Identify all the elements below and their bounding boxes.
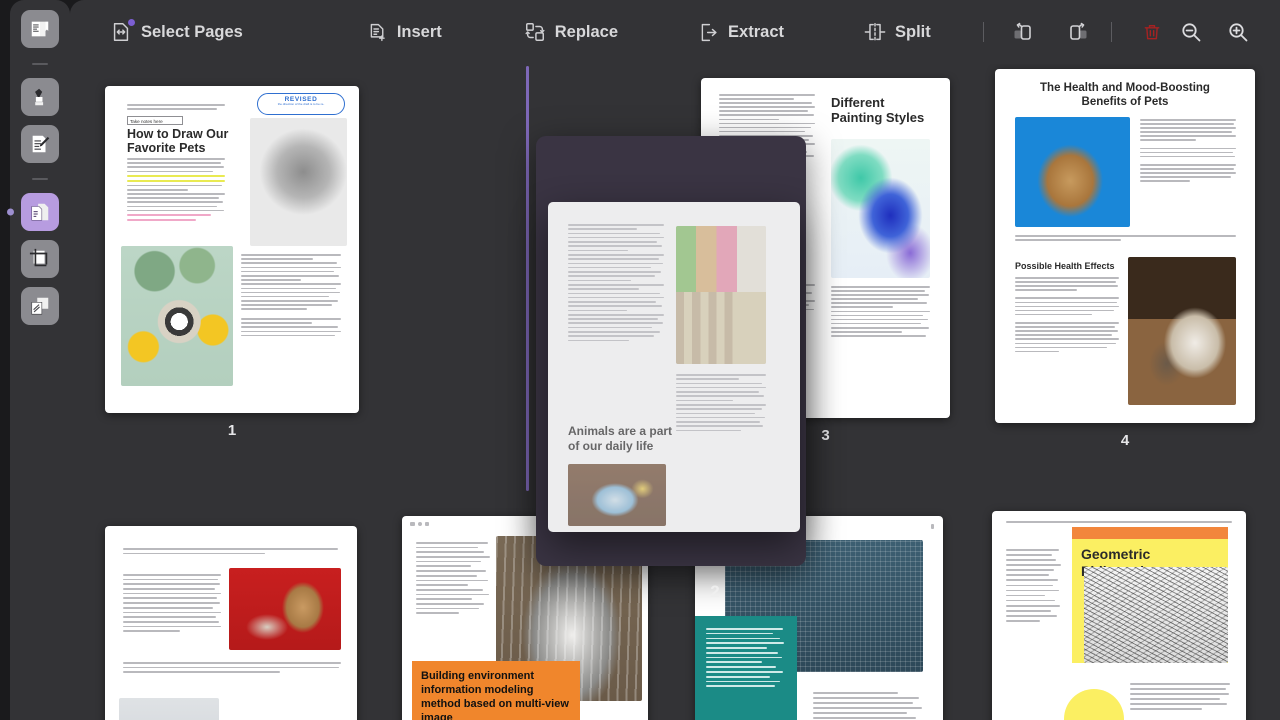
replace-button[interactable]: Replace	[512, 12, 630, 52]
pdf-page-manager-window: Select Pages Insert	[0, 0, 1280, 720]
dogs-in-costumes-photo	[229, 568, 341, 650]
tulips-photo	[119, 698, 219, 720]
page-6-header-marks	[410, 522, 429, 526]
edit-document-icon	[29, 133, 51, 155]
active-indicator-dot	[7, 209, 14, 216]
drag-page-number: 2	[690, 582, 740, 602]
replace-page-icon	[524, 21, 546, 43]
rotate-left-button[interactable]	[1005, 12, 1044, 52]
extract-button[interactable]: Extract	[686, 12, 796, 52]
drag-drop-indicator	[526, 66, 529, 491]
pages-icon	[29, 201, 51, 223]
zoom-in-button[interactable]	[1219, 12, 1258, 52]
cat-on-blue-photo	[1015, 117, 1130, 227]
split-button[interactable]: Split	[852, 12, 943, 52]
dragged-page-preview: Animals are a part of our daily life	[548, 202, 800, 532]
thumbnail-page-1[interactable]: REVISED the direction of the draft is to…	[105, 86, 359, 413]
rotate-left-icon	[1012, 20, 1036, 44]
rotate-right-button[interactable]	[1058, 12, 1097, 52]
select-pages-button[interactable]: Select Pages	[98, 12, 255, 52]
thumbnail-page-4[interactable]: The Health and Mood-Boosting Benefits of…	[995, 69, 1255, 423]
left-tool-rail	[10, 0, 70, 720]
page-4-subtitle: Possible Health Effects	[1015, 261, 1115, 271]
delete-page-icon	[1142, 22, 1162, 42]
crop-icon	[29, 248, 51, 270]
dog-and-cat-photo	[1128, 257, 1236, 405]
rotate-right-icon	[1065, 20, 1089, 44]
page-number-1: 1	[105, 422, 359, 439]
toolbar-divider-2	[1111, 22, 1112, 42]
select-pages-label: Select Pages	[141, 23, 243, 42]
layers-icon	[29, 295, 51, 317]
page-tools-toolbar: Select Pages Insert	[70, 0, 1280, 64]
insert-label: Insert	[397, 23, 442, 42]
toolbar-divider-1	[983, 22, 984, 42]
delete-button[interactable]	[1133, 12, 1172, 52]
thumbnail-page-8[interactable]: Geometric Philosophy	[992, 511, 1246, 720]
split-page-icon	[864, 21, 886, 43]
extract-label: Extract	[728, 23, 784, 42]
art-desk-photo	[568, 464, 666, 526]
page-6-title-banner: Building environment information modelin…	[412, 661, 580, 720]
sidebar-item-pages[interactable]	[21, 193, 59, 231]
geometric-mesh-artwork	[1084, 567, 1228, 663]
highlighter-icon	[29, 86, 51, 108]
dog-pencil-sketch	[250, 118, 347, 246]
select-pages-badge	[128, 19, 135, 26]
page-3-title: Different Painting Styles	[831, 96, 935, 126]
dragged-page-title: Animals are a part of our daily life	[568, 424, 678, 454]
sidebar-item-annotate[interactable]	[21, 78, 59, 116]
sidebar-item-reader[interactable]	[21, 10, 59, 48]
note-annotation: Take notes here	[127, 116, 183, 125]
rail-divider-2	[32, 178, 48, 180]
split-label: Split	[895, 23, 931, 42]
watercolor-abstract	[831, 139, 930, 278]
sidebar-item-crop[interactable]	[21, 240, 59, 278]
page-8-accent-bar	[1072, 527, 1228, 539]
thumbnail-page-5[interactable]: Animals Helping People	[105, 526, 357, 720]
insert-page-icon	[367, 22, 388, 43]
sidebar-item-edit[interactable]	[21, 125, 59, 163]
zoom-out-icon	[1179, 20, 1203, 44]
page-8-circle-decor	[1064, 689, 1124, 720]
page-8-hero: Geometric Philosophy	[1072, 527, 1228, 663]
sidebar-item-compress[interactable]	[21, 287, 59, 325]
page-4-title: The Health and Mood-Boosting Benefits of…	[1007, 79, 1243, 112]
page-number-4: 4	[995, 432, 1255, 449]
select-pages-icon	[110, 21, 132, 43]
paint-supplies-photo	[676, 226, 766, 364]
zoom-in-icon	[1226, 20, 1250, 44]
dog-in-flowers-photo	[121, 246, 233, 386]
book-reader-icon	[29, 18, 51, 40]
rail-divider-1	[32, 63, 48, 65]
page-1-title: How to Draw Our Favorite Pets	[127, 127, 233, 156]
revised-stamp: REVISED the direction of the draft is to…	[257, 93, 345, 115]
zoom-out-button[interactable]	[1172, 12, 1211, 52]
replace-label: Replace	[555, 23, 618, 42]
extract-page-icon	[698, 22, 719, 43]
insert-button[interactable]: Insert	[355, 12, 454, 52]
page-thumbnail-grid[interactable]: REVISED the direction of the draft is to…	[70, 64, 1280, 720]
